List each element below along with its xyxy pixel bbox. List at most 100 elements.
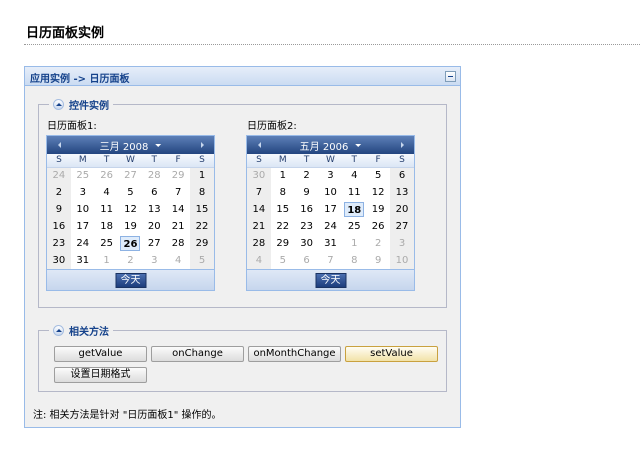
set-value-button[interactable]: setValue xyxy=(345,346,438,362)
calendar-day-cell[interactable]: 31 xyxy=(71,252,95,269)
calendar-day-cell[interactable]: 12 xyxy=(119,201,143,218)
calendar-day-cell[interactable]: 1 xyxy=(342,235,366,252)
fieldset-examples-legend[interactable]: 控件实例 xyxy=(49,97,113,112)
calendar-day-cell[interactable]: 1 xyxy=(271,167,295,184)
calendar-day-cell[interactable]: 9 xyxy=(47,201,71,218)
next-month-icon[interactable] xyxy=(398,139,408,151)
calendar-day-cell[interactable]: 29 xyxy=(271,235,295,252)
calendar-day-cell[interactable]: 15 xyxy=(271,201,295,218)
calendar-day-cell[interactable]: 25 xyxy=(95,235,119,252)
calendar-day-cell[interactable]: 9 xyxy=(366,252,390,269)
collapse-icon[interactable] xyxy=(445,71,456,82)
today-button[interactable]: 今天 xyxy=(315,273,346,288)
calendar-day-cell[interactable]: 27 xyxy=(142,235,166,252)
get-value-button[interactable]: getValue xyxy=(54,346,147,362)
calendar-day-cell[interactable]: 31 xyxy=(319,235,343,252)
calendar-day-cell[interactable]: 19 xyxy=(119,218,143,235)
calendar-day-cell[interactable]: 18 xyxy=(342,201,366,218)
calendar-day-cell[interactable]: 1 xyxy=(95,252,119,269)
calendar-day-cell[interactable]: 22 xyxy=(190,218,214,235)
calendar-day-cell[interactable]: 4 xyxy=(342,167,366,184)
calendar-day-cell[interactable]: 28 xyxy=(142,167,166,184)
calendar-day-cell[interactable]: 5 xyxy=(119,184,143,201)
calendar-day-cell[interactable]: 9 xyxy=(295,184,319,201)
calendar-day-cell[interactable]: 26 xyxy=(95,167,119,184)
on-change-button[interactable]: onChange xyxy=(151,346,244,362)
calendar-day-cell[interactable]: 3 xyxy=(319,167,343,184)
today-button[interactable]: 今天 xyxy=(115,273,146,288)
set-date-format-button[interactable]: 设置日期格式 xyxy=(54,367,147,383)
calendar-day-cell[interactable]: 13 xyxy=(390,184,414,201)
calendar-day-cell[interactable]: 16 xyxy=(295,201,319,218)
calendar-day-cell[interactable]: 20 xyxy=(390,201,414,218)
calendar-day-cell[interactable]: 3 xyxy=(390,235,414,252)
calendar-day-cell[interactable]: 14 xyxy=(166,201,190,218)
calendar-day-cell[interactable]: 4 xyxy=(247,252,271,269)
calendar-day-cell[interactable]: 15 xyxy=(190,201,214,218)
calendar-day-cell[interactable]: 25 xyxy=(342,218,366,235)
calendar-day-cell[interactable]: 3 xyxy=(71,184,95,201)
prev-month-icon[interactable] xyxy=(255,139,265,151)
calendar-day-cell[interactable]: 11 xyxy=(342,184,366,201)
calendar-day-cell[interactable]: 8 xyxy=(271,184,295,201)
calendar-day-cell[interactable]: 26 xyxy=(119,235,143,252)
calendar-day-cell[interactable]: 28 xyxy=(166,235,190,252)
calendar-day-cell[interactable]: 6 xyxy=(390,167,414,184)
calendar-day-cell[interactable]: 7 xyxy=(166,184,190,201)
calendar-day-cell[interactable]: 30 xyxy=(47,252,71,269)
calendar-day-cell[interactable]: 2 xyxy=(119,252,143,269)
calendar-day-cell[interactable]: 21 xyxy=(247,218,271,235)
calendar-day-cell[interactable]: 29 xyxy=(190,235,214,252)
calendar-day-cell[interactable]: 19 xyxy=(366,201,390,218)
calendar-day-cell[interactable]: 2 xyxy=(47,184,71,201)
prev-month-icon[interactable] xyxy=(55,139,65,151)
calendar-day-cell[interactable]: 13 xyxy=(142,201,166,218)
calendar-day-cell[interactable]: 21 xyxy=(166,218,190,235)
calendar-day-cell[interactable]: 7 xyxy=(247,184,271,201)
calendar-day-cell[interactable]: 30 xyxy=(295,235,319,252)
on-month-change-button[interactable]: onMonthChange xyxy=(248,346,341,362)
calendar-day-cell[interactable]: 5 xyxy=(366,167,390,184)
calendar-day-cell[interactable]: 28 xyxy=(247,235,271,252)
calendar-day-cell[interactable]: 5 xyxy=(271,252,295,269)
calendar-day-cell[interactable]: 1 xyxy=(190,167,214,184)
month-picker-button[interactable]: 三月 2008 xyxy=(100,138,162,153)
calendar-day-cell[interactable]: 6 xyxy=(295,252,319,269)
collapse-toggle-icon[interactable] xyxy=(53,98,64,110)
calendar-day-cell[interactable]: 8 xyxy=(190,184,214,201)
calendar-day-cell[interactable]: 26 xyxy=(366,218,390,235)
calendar-day-cell[interactable]: 16 xyxy=(47,218,71,235)
calendar-day-cell[interactable]: 17 xyxy=(319,201,343,218)
calendar-day-cell[interactable]: 23 xyxy=(295,218,319,235)
calendar-day-cell[interactable]: 20 xyxy=(142,218,166,235)
calendar-day-cell[interactable]: 23 xyxy=(47,235,71,252)
calendar-day-cell[interactable]: 3 xyxy=(142,252,166,269)
calendar-day-cell[interactable]: 24 xyxy=(319,218,343,235)
calendar-day-cell[interactable]: 30 xyxy=(247,167,271,184)
calendar-day-cell[interactable]: 18 xyxy=(95,218,119,235)
month-picker-button[interactable]: 五月 2006 xyxy=(300,138,362,153)
fieldset-methods-legend[interactable]: 相关方法 xyxy=(49,323,113,338)
calendar-day-cell[interactable]: 24 xyxy=(47,167,71,184)
calendar-day-cell[interactable]: 11 xyxy=(95,201,119,218)
calendar-day-cell[interactable]: 2 xyxy=(366,235,390,252)
calendar-day-cell[interactable]: 6 xyxy=(142,184,166,201)
calendar-day-cell[interactable]: 29 xyxy=(166,167,190,184)
next-month-icon[interactable] xyxy=(198,139,208,151)
calendar-day-cell[interactable]: 22 xyxy=(271,218,295,235)
calendar-day-cell[interactable]: 27 xyxy=(119,167,143,184)
calendar-day-cell[interactable]: 5 xyxy=(190,252,214,269)
calendar-day-cell[interactable]: 8 xyxy=(342,252,366,269)
calendar-day-cell[interactable]: 10 xyxy=(71,201,95,218)
calendar-day-cell[interactable]: 4 xyxy=(95,184,119,201)
calendar-day-cell[interactable]: 10 xyxy=(319,184,343,201)
calendar-day-cell[interactable]: 7 xyxy=(319,252,343,269)
calendar-day-cell[interactable]: 25 xyxy=(71,167,95,184)
calendar-day-cell[interactable]: 17 xyxy=(71,218,95,235)
calendar-day-cell[interactable]: 24 xyxy=(71,235,95,252)
calendar-day-cell[interactable]: 14 xyxy=(247,201,271,218)
calendar-day-cell[interactable]: 10 xyxy=(390,252,414,269)
calendar-day-cell[interactable]: 4 xyxy=(166,252,190,269)
collapse-toggle-icon[interactable] xyxy=(53,324,64,336)
calendar-day-cell[interactable]: 12 xyxy=(366,184,390,201)
